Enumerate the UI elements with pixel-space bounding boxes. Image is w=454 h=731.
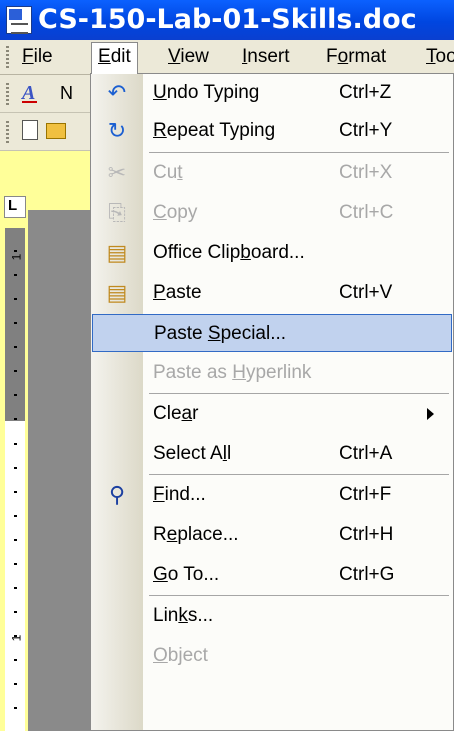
menu-item-repeat-typing[interactable]: ↻ Repeat Typing Ctrl+Y — [91, 112, 453, 150]
menu-separator — [149, 474, 449, 475]
shortcut: Ctrl+X — [339, 162, 393, 183]
scissors-icon: ✂ — [107, 160, 127, 185]
menu-item-find[interactable]: ⚲ Find... Ctrl+F — [91, 476, 453, 514]
vertical-ruler-text[interactable]: 1 — [5, 421, 25, 731]
menu-item-office-clipboard[interactable]: ▤ Office Clipboard... — [91, 234, 453, 272]
menu-tools[interactable]: Tools — [420, 43, 454, 71]
toolbar-grip-handle[interactable] — [6, 121, 9, 143]
shortcut: Ctrl+V — [339, 282, 393, 303]
paste-clipboard-icon: ▤ — [106, 280, 128, 305]
title-bar: CS-150-Lab-01-Skills.doc — [0, 0, 454, 40]
menu-item-paste-special[interactable]: Paste Special... — [92, 314, 452, 352]
menu-bar: File Edit View Insert Format Tools — [0, 40, 454, 75]
office-clipboard-icon: ▤ — [106, 240, 128, 265]
shortcut: Ctrl+Z — [339, 82, 392, 103]
menu-item-paste[interactable]: ▤ Paste Ctrl+V — [91, 274, 453, 312]
shortcut: Ctrl+A — [339, 443, 393, 464]
standard-toolbar — [0, 113, 100, 151]
formatting-toolbar: A N — [0, 75, 100, 113]
shortcut: Ctrl+F — [339, 484, 392, 505]
menu-item-select-all[interactable]: Select All Ctrl+A — [91, 435, 453, 473]
binoculars-icon: ⚲ — [108, 482, 126, 507]
vertical-ruler-margin[interactable]: 1 — [5, 228, 25, 421]
menu-edit[interactable]: Edit — [91, 42, 138, 74]
edit-menu-dropdown: ↶ Undo Typing Ctrl+Z ↻ Repeat Typing Ctr… — [90, 73, 454, 731]
window-title: CS-150-Lab-01-Skills.doc — [38, 4, 417, 35]
ruler-number: 1 — [9, 634, 24, 642]
menu-separator — [149, 595, 449, 596]
ruler-number: 1 — [9, 253, 24, 261]
style-dropdown-text[interactable]: N — [60, 83, 73, 104]
submenu-arrow-icon — [427, 408, 434, 420]
styles-and-formatting-icon[interactable]: A — [22, 82, 38, 105]
menu-view[interactable]: View — [162, 43, 215, 71]
open-folder-icon[interactable] — [46, 123, 66, 139]
tab-selector[interactable]: L — [4, 196, 26, 218]
menu-insert[interactable]: Insert — [236, 43, 296, 71]
menu-item-undo-typing[interactable]: ↶ Undo Typing Ctrl+Z — [91, 74, 453, 112]
copy-icon: ⎘ — [108, 200, 126, 225]
menu-separator — [149, 152, 449, 153]
menu-item-links[interactable]: Links... — [91, 597, 453, 635]
menu-item-paste-as-hyperlink[interactable]: Paste as Hyperlink — [91, 354, 453, 392]
menu-item-go-to[interactable]: Go To... Ctrl+G — [91, 556, 453, 594]
menu-item-cut[interactable]: ✂ Cut Ctrl+X — [91, 154, 453, 192]
menu-format[interactable]: Format — [320, 43, 392, 71]
menu-item-clear[interactable]: Clear — [91, 395, 453, 433]
repeat-icon: ↻ — [107, 118, 127, 143]
menu-item-copy[interactable]: ⎘ Copy Ctrl+C — [91, 194, 453, 232]
toolbar-grip-handle[interactable] — [6, 83, 9, 105]
menubar-grip-handle[interactable] — [6, 46, 9, 68]
undo-icon: ↶ — [107, 80, 127, 105]
document-area — [28, 210, 90, 731]
shortcut: Ctrl+G — [339, 564, 395, 585]
menu-file[interactable]: File — [16, 43, 59, 71]
shortcut: Ctrl+Y — [339, 120, 393, 141]
word-document-icon[interactable] — [6, 6, 32, 34]
new-document-icon[interactable] — [22, 120, 38, 140]
menu-item-object[interactable]: Object — [91, 637, 453, 675]
menu-separator — [149, 393, 449, 394]
shortcut: Ctrl+C — [339, 202, 394, 223]
menu-item-replace[interactable]: Replace... Ctrl+H — [91, 516, 453, 554]
shortcut: Ctrl+H — [339, 524, 394, 545]
